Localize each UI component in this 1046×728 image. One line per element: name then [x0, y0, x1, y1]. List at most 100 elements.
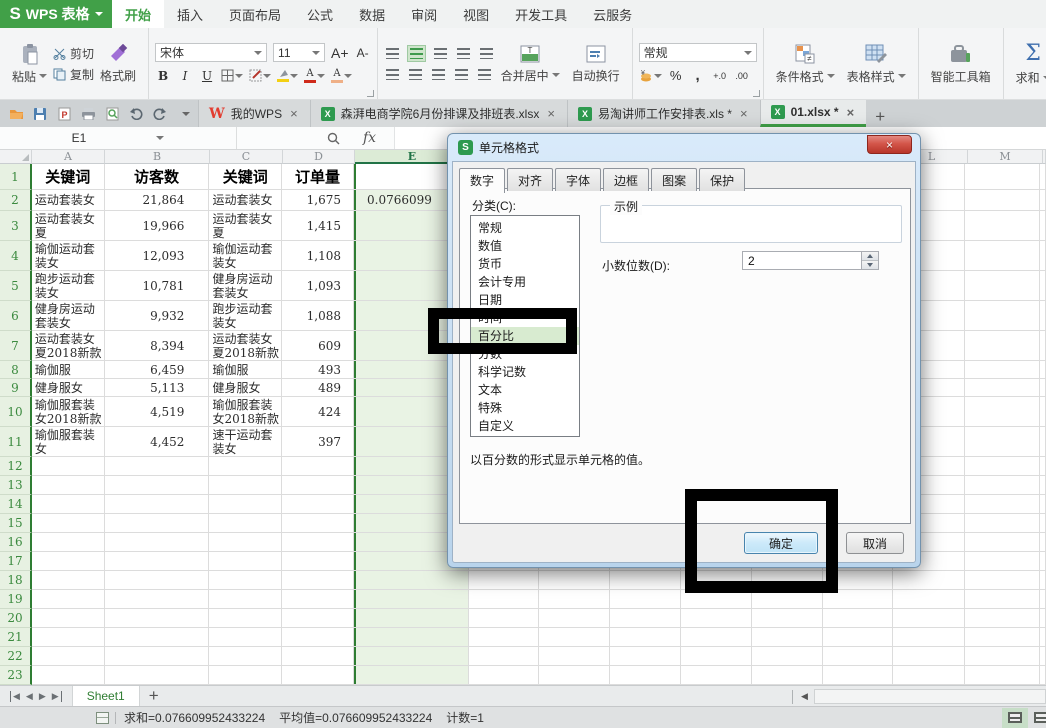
- highlight-button[interactable]: A: [331, 67, 352, 84]
- cell[interactable]: 跑步运动套装女: [32, 271, 105, 300]
- cell[interactable]: [209, 533, 282, 551]
- cell[interactable]: [1040, 241, 1046, 270]
- row-header[interactable]: 23: [0, 666, 32, 685]
- cell[interactable]: [209, 647, 282, 665]
- cell[interactable]: 19,966: [105, 211, 210, 240]
- cell[interactable]: 速干运动套装女: [209, 427, 282, 456]
- align-center-button[interactable]: [407, 67, 424, 82]
- cell[interactable]: [1040, 190, 1046, 210]
- column-header-d[interactable]: D: [283, 150, 355, 164]
- font-name-select[interactable]: 宋体: [155, 43, 267, 62]
- close-icon[interactable]: ×: [288, 106, 300, 121]
- conditional-format-button[interactable]: ≠ 条件格式: [770, 41, 841, 87]
- cell[interactable]: [965, 190, 1040, 210]
- cell[interactable]: [965, 533, 1040, 551]
- cell[interactable]: [965, 457, 1040, 475]
- cell[interactable]: [965, 301, 1040, 330]
- decrease-indent-button[interactable]: [455, 46, 472, 61]
- tab-file-active[interactable]: X 01.xlsx * ×: [760, 100, 867, 127]
- row-header[interactable]: 11: [0, 427, 32, 457]
- cell[interactable]: [209, 609, 282, 627]
- cell[interactable]: [1040, 457, 1046, 475]
- cell[interactable]: [209, 495, 282, 513]
- redo-icon[interactable]: [152, 106, 168, 122]
- font-color-button[interactable]: A: [304, 67, 325, 84]
- cell[interactable]: [282, 666, 354, 684]
- cell[interactable]: [354, 590, 469, 608]
- cell[interactable]: [823, 666, 894, 684]
- tab-border[interactable]: 边框: [603, 168, 649, 191]
- cell[interactable]: [965, 666, 1040, 684]
- fx-icon[interactable]: fx: [363, 130, 376, 146]
- row-header[interactable]: 16: [0, 533, 32, 552]
- cell[interactable]: [1040, 571, 1046, 589]
- row-header[interactable]: 9: [0, 379, 32, 397]
- cell[interactable]: [610, 609, 681, 627]
- cell[interactable]: 瑜伽服套装女2018新款: [209, 397, 282, 426]
- tab-number[interactable]: 数字: [459, 168, 505, 193]
- cell[interactable]: [209, 666, 282, 684]
- cell[interactable]: 8,394: [105, 331, 210, 360]
- underline-button[interactable]: U: [199, 67, 215, 84]
- cell[interactable]: [893, 590, 965, 608]
- cell[interactable]: [1040, 361, 1046, 378]
- next-sheet-icon[interactable]: ▶: [39, 691, 46, 702]
- cell[interactable]: [209, 571, 282, 589]
- menu-page-layout[interactable]: 页面布局: [216, 0, 294, 28]
- cell[interactable]: [681, 647, 752, 665]
- percent-style-button[interactable]: %: [668, 67, 684, 84]
- spin-down-button[interactable]: [862, 260, 878, 269]
- cell[interactable]: [965, 271, 1040, 300]
- cell[interactable]: 瑜伽服: [209, 361, 282, 378]
- close-icon[interactable]: ×: [545, 106, 557, 121]
- cell[interactable]: 424: [282, 397, 354, 426]
- align-left-button[interactable]: [384, 67, 401, 82]
- cell[interactable]: [752, 628, 823, 646]
- last-sheet-icon[interactable]: ▶: [52, 691, 62, 702]
- cell[interactable]: 运动套装女夏: [32, 211, 105, 240]
- cell[interactable]: [893, 628, 965, 646]
- tab-protection[interactable]: 保护: [699, 168, 745, 191]
- cell[interactable]: [893, 647, 965, 665]
- cell[interactable]: 瑜伽服套装女2018新款: [32, 397, 105, 426]
- column-header-m[interactable]: M: [968, 150, 1043, 164]
- cell[interactable]: [965, 495, 1040, 513]
- cell[interactable]: [105, 628, 210, 646]
- align-right-button[interactable]: [430, 67, 447, 82]
- cell[interactable]: [1040, 552, 1046, 570]
- search-icon[interactable]: [325, 130, 341, 146]
- cell[interactable]: [893, 666, 965, 684]
- cell[interactable]: 运动套装女夏2018新款: [32, 331, 105, 360]
- cell[interactable]: 493: [282, 361, 354, 378]
- cell[interactable]: [823, 647, 894, 665]
- close-icon[interactable]: ×: [845, 105, 857, 120]
- tab-font[interactable]: 字体: [555, 168, 601, 191]
- cell[interactable]: [32, 571, 105, 589]
- cell[interactable]: [893, 609, 965, 627]
- distribute-button[interactable]: [476, 67, 493, 82]
- open-file-icon[interactable]: [8, 106, 24, 122]
- align-top-button[interactable]: [384, 46, 401, 61]
- cell[interactable]: [209, 514, 282, 532]
- cell[interactable]: 订单量: [282, 164, 354, 189]
- cell[interactable]: 5,113: [105, 379, 210, 396]
- cell[interactable]: 12,093: [105, 241, 210, 270]
- row-header[interactable]: 3: [0, 211, 32, 241]
- cell[interactable]: [539, 628, 610, 646]
- tab-file-1[interactable]: X 森湃电商学院6月份排课及排班表.xlsx ×: [310, 100, 567, 127]
- font-size-select[interactable]: 11: [273, 43, 325, 62]
- justify-button[interactable]: [453, 67, 470, 82]
- cell[interactable]: [282, 457, 354, 475]
- cell[interactable]: [965, 514, 1040, 532]
- toolbar-more-icon[interactable]: [182, 112, 190, 116]
- cell[interactable]: 瑜伽运动套装女: [32, 241, 105, 270]
- spin-up-button[interactable]: [862, 252, 878, 260]
- cell[interactable]: [1040, 628, 1046, 646]
- cell[interactable]: [610, 647, 681, 665]
- cell[interactable]: [1040, 647, 1046, 665]
- paste-button[interactable]: 粘贴: [6, 41, 53, 87]
- cell[interactable]: [469, 571, 540, 589]
- cell[interactable]: [105, 571, 210, 589]
- increase-font-button[interactable]: A+: [331, 44, 349, 61]
- cell[interactable]: 健身服女: [32, 379, 105, 396]
